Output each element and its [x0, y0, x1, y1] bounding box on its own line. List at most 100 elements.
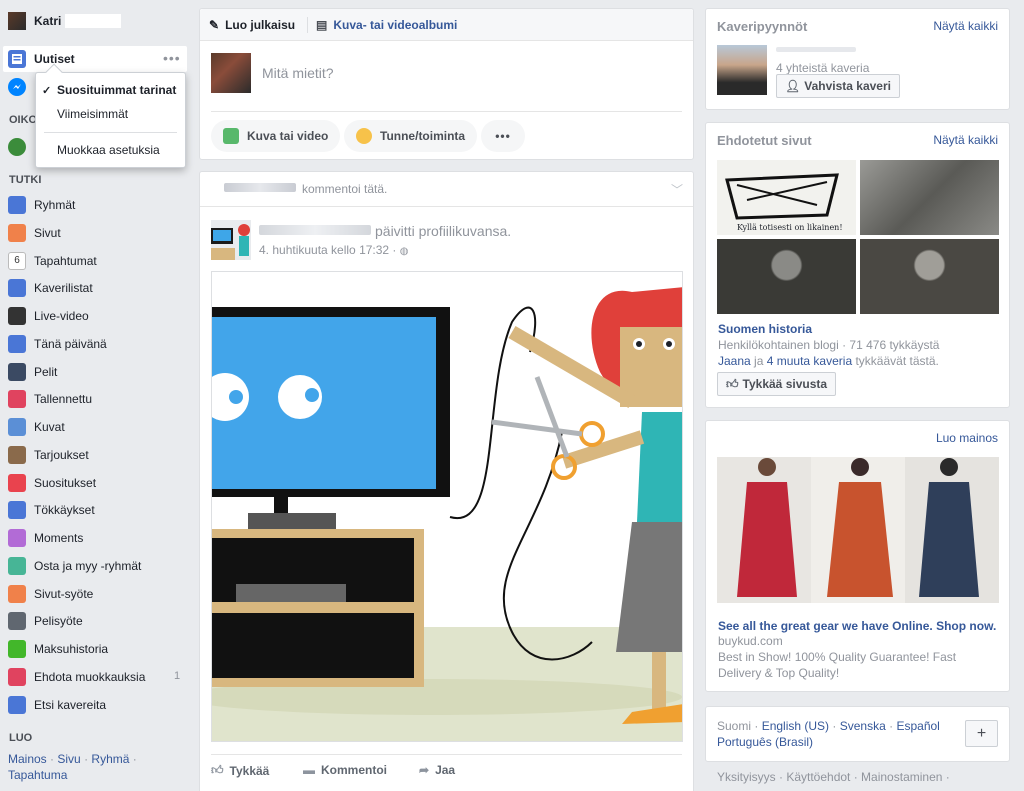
page-photo-soldiers[interactable]	[860, 160, 999, 235]
checkmark-icon: ✓	[42, 84, 52, 97]
more-composer-button[interactable]: •••	[481, 120, 525, 152]
sidebar-item-calendar[interactable]: 6 Tapahtumat	[8, 250, 97, 272]
on-this-day-icon	[8, 334, 26, 353]
redacted-requester-name	[776, 47, 856, 52]
sidebar-item-gaming-controller[interactable]: Pelisyöte	[8, 610, 83, 632]
create-ad-link[interactable]: Luo mainos	[936, 431, 998, 445]
ad-headline[interactable]: See all the great gear we have Online. S…	[718, 619, 1002, 633]
share-button[interactable]: ➦ Jaa	[419, 763, 455, 777]
page-photo-portrait-1[interactable]	[717, 239, 856, 314]
sidebar-item-friend-lists[interactable]: Kaverilistat	[8, 277, 93, 299]
language-swedish[interactable]: Svenska	[840, 719, 886, 733]
sidebar-item-label: Live-video	[34, 309, 89, 323]
see-all-friend-requests-link[interactable]: Näytä kaikki	[933, 19, 998, 33]
pages-feed-icon	[8, 584, 26, 603]
language-english[interactable]: English (US)	[762, 719, 829, 733]
sidebar-item-buy-sell-tag[interactable]: Osta ja myy -ryhmät	[8, 555, 141, 577]
create-header: LUO	[9, 732, 33, 744]
page-photo-cartoon[interactable]: Kyllä totisesti on likainen!	[717, 160, 856, 235]
smiley-icon	[356, 128, 372, 144]
sidebar-item-groups[interactable]: Ryhmät	[8, 194, 75, 216]
see-all-pages-link[interactable]: Näytä kaikki	[933, 133, 998, 147]
profile-shortcut[interactable]: Katri	[8, 10, 122, 32]
page-name-link[interactable]: Suomen historia	[718, 322, 812, 336]
sidebar-item-label: Ehdota muokkauksia	[34, 669, 146, 684]
sidebar-item-games[interactable]: Pelit	[8, 361, 57, 383]
more-options-icon[interactable]: •••	[163, 51, 181, 65]
other-friends-link[interactable]: 4 muuta kaveria	[767, 354, 852, 368]
menu-item-edit-preferences[interactable]: Muokkaa asetuksia	[36, 139, 185, 161]
sidebar-item-label: Kuvat	[34, 420, 65, 434]
friend-name-link[interactable]: Jaana	[718, 354, 751, 368]
like-button[interactable]: 👍︎ Tykkää	[211, 763, 269, 778]
explore-header: TUTKI	[9, 174, 42, 186]
requester-avatar[interactable]	[717, 45, 767, 95]
language-portuguese[interactable]: Português (Brasil)	[717, 735, 813, 749]
sidebar-item-on-this-day[interactable]: Tänä päivänä	[8, 333, 107, 355]
tab-photo-album[interactable]: ▤ Kuva- tai videoalbumi	[316, 9, 457, 40]
pokes-icon	[8, 501, 26, 520]
menu-item-top-stories[interactable]: ✓ Suosituimmat tarinat	[36, 79, 185, 101]
menu-item-most-recent[interactable]: Viimeisimmät	[36, 103, 185, 125]
story-context-header: kommentoi tätä. ﹀	[200, 172, 693, 207]
sidebar-item-pages-feed[interactable]: Sivut-syöte	[8, 583, 93, 605]
sidebar-item-map-pin[interactable]: Ehdota muokkauksia	[8, 666, 145, 688]
sidebar-item-pokes[interactable]: Tökkäykset	[8, 499, 95, 521]
sidebar-item-offers[interactable]: Tarjoukset	[8, 444, 89, 466]
sidebar-item-live-video[interactable]: Live-video	[8, 305, 89, 327]
composer-avatar	[211, 53, 251, 93]
create-ad-link[interactable]: Mainos	[8, 752, 47, 766]
confirm-friend-button[interactable]: 👤︎ Vahvista kaveri	[776, 74, 900, 98]
feeling-activity-button[interactable]: Tunne/toiminta	[344, 120, 478, 152]
tab-create-post[interactable]: ✎ Luo julkaisu	[209, 9, 295, 40]
composer-tabs: ✎ Luo julkaisu ▤ Kuva- tai videoalbumi	[200, 9, 693, 41]
ad-body: Best in Show! 100% Quality Guarantee! Fa…	[718, 650, 957, 680]
language-spanish[interactable]: Español	[896, 719, 939, 733]
page-photo-portrait-2[interactable]	[860, 239, 999, 314]
create-group-link[interactable]: Ryhmä	[91, 752, 129, 766]
add-language-button[interactable]: +	[965, 720, 998, 747]
menu-divider	[44, 132, 177, 133]
sponsored-card: Luo mainos See all the great gear we hav…	[705, 420, 1010, 692]
story-timestamp[interactable]: 4. huhtikuuta kello 17:32 · ◍	[259, 243, 409, 257]
sidebar-item-label: Pelit	[34, 364, 58, 379]
sidebar-item-photos[interactable]: Kuvat	[8, 416, 65, 438]
photo-video-button[interactable]: Kuva tai video	[211, 120, 341, 152]
page-friends-like: Jaana ja 4 muuta kaveria tykkäävät tästä…	[718, 354, 939, 368]
friend-lists-icon	[8, 279, 26, 298]
groups-icon	[8, 196, 26, 214]
sidebar-item-messenger[interactable]	[8, 76, 34, 98]
news-feed-sort-menu: ✓ Suosituimmat tarinat Viimeisimmät Muok…	[35, 63, 186, 168]
add-friend-icon: 👤︎	[785, 79, 801, 93]
sidebar-item-label: Kaverilistat	[34, 281, 93, 296]
sidebar-item-moments[interactable]: Moments	[8, 527, 83, 549]
payment-history-icon	[8, 640, 26, 658]
profile-picture-image[interactable]	[211, 271, 683, 742]
sidebar-item-pages-flag[interactable]: Sivut	[8, 222, 61, 244]
story-action-bar: 👍︎ Tykkää ▬ Kommentoi ➦ Jaa	[211, 754, 682, 784]
recommendations-icon	[8, 473, 26, 492]
sidebar-item-find-friends[interactable]: Etsi kavereita	[8, 694, 106, 716]
composer-input[interactable]: Mitä mietit?	[262, 65, 334, 81]
sidebar-item-recommendations[interactable]: Suositukset	[8, 472, 96, 494]
redacted-name	[224, 183, 296, 192]
chevron-down-icon[interactable]: ﹀	[671, 181, 683, 198]
tab-divider	[307, 17, 308, 33]
album-icon: ▤	[316, 17, 328, 32]
current-language: Suomi	[717, 719, 752, 733]
poster-avatar[interactable]	[211, 220, 251, 260]
language-list: Suomi · English (US) · Svenska · Español…	[717, 719, 940, 749]
footer-links[interactable]: Yksityisyys · Käyttöehdot · Mainostamine…	[717, 770, 950, 784]
like-page-button[interactable]: 👍︎ Tykkää sivusta	[717, 372, 837, 396]
sidebar-item-payment-history[interactable]: Maksuhistoria	[8, 638, 108, 660]
comment-button[interactable]: ▬ Kommentoi	[303, 763, 387, 777]
create-page-link[interactable]: Sivu	[57, 752, 80, 766]
ad-image[interactable]	[717, 457, 999, 603]
moments-icon	[8, 529, 26, 547]
thumbs-up-icon: 👍︎	[726, 376, 739, 391]
sidebar-item-shortcut-globe[interactable]	[8, 136, 34, 158]
sidebar-item-saved-bookmark[interactable]: Tallennettu	[8, 388, 92, 410]
redacted-poster-name	[259, 225, 371, 235]
sidebar-item-news-feed[interactable]: Uutiset	[8, 48, 75, 70]
create-event-link[interactable]: Tapahtuma	[8, 768, 67, 782]
